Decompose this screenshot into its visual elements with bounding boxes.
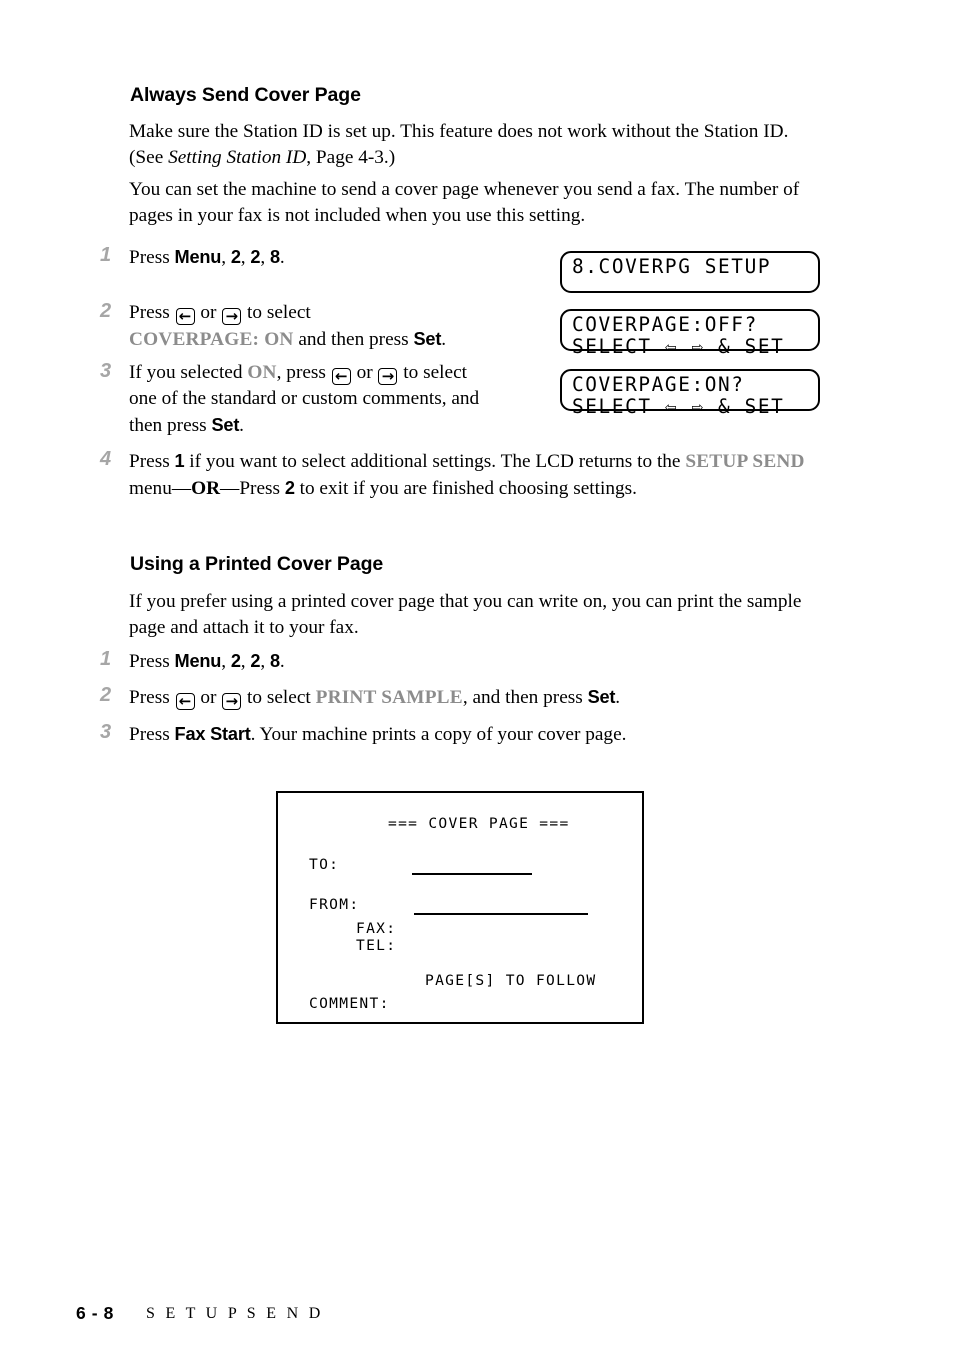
arrow-right-icon: → — [222, 693, 242, 710]
step-1b-sep4: . — [279, 651, 285, 672]
step-3b-part2: . Your machine prints a copy of your cov… — [250, 724, 627, 745]
paragraph-station-id: Make sure the Station ID is set up. This… — [129, 119, 809, 171]
step-number-1b: 1 — [100, 648, 112, 670]
step-3a-part2: , press — [276, 362, 331, 383]
document-page: Always Send Cover Page Make sure the Sta… — [0, 0, 954, 1352]
lcd-ref-setup-send: SETUP SEND — [685, 451, 805, 472]
step-2b-or: or — [195, 687, 222, 708]
paragraph-printed-cover-page: If you prefer using a printed cover page… — [129, 591, 802, 638]
footer-chapter-title: S E T U P S E N D — [146, 1305, 324, 1322]
cover-sample-pages-label: PAGE[S] TO FOLLOW — [425, 972, 597, 989]
cover-sample-to-rule — [412, 873, 532, 875]
key-set-3a: Set — [211, 415, 240, 435]
paragraph-station-id-text2: , Page 4-3.) — [306, 147, 396, 168]
step-1a-sep2: , — [240, 247, 251, 268]
arrow-right-icon: → — [378, 368, 398, 385]
lcd-line-2: SELECT ⇦ ⇨ & SET — [572, 394, 785, 418]
step-1a-text-press: Press — [129, 247, 175, 268]
lcd-line-1: 8.COVERPG SETUP — [572, 255, 772, 278]
step-2b-body: Press ← or → to select PRINT SAMPLE, and… — [129, 684, 829, 711]
cover-sample-comment-label: COMMENT: — [309, 995, 390, 1012]
step-number-1a: 1 — [100, 244, 112, 266]
step-4a-part2: if you want to select additional setting… — [184, 451, 686, 472]
arrow-left-icon: ← — [175, 693, 195, 710]
key-menu: Menu — [174, 247, 222, 267]
step-2a-body: Press ← or → to select COVERPAGE: ON and … — [129, 300, 529, 353]
paragraph-station-id-italic: Setting Station ID — [168, 147, 307, 168]
key-digit-8: 8 — [269, 651, 280, 671]
step-number-3b: 3 — [100, 721, 112, 743]
key-set-2b: Set — [587, 687, 616, 707]
heading-using-printed-cover-page: Using a Printed Cover Page — [130, 553, 384, 575]
arrow-right-icon: → — [222, 308, 242, 325]
step-1a-sep4: . — [279, 247, 285, 268]
cover-sample-from-label: FROM: — [309, 896, 360, 913]
step-4a-body: Press 1 if you want to select additional… — [129, 448, 821, 502]
step-1b-sep2: , — [240, 651, 251, 672]
step-2b-end: . — [615, 687, 621, 708]
lcd-panel-coverpage-off: COVERPAGE:OFF? SELECT ⇦ ⇨ & SET — [560, 309, 820, 357]
step-2a-or: or — [195, 302, 222, 323]
key-digit-2a: 2 — [230, 247, 241, 267]
step-1a-sep3: , — [260, 247, 270, 268]
footer-page-number: 6 - 8 — [76, 1303, 115, 1323]
step-number-2b: 2 — [100, 684, 112, 706]
arrow-left-icon: ← — [331, 368, 351, 385]
cover-sample-from-rule — [414, 913, 588, 915]
step-number-2a: 2 — [100, 300, 112, 322]
step-2a-end: . — [441, 329, 447, 350]
step-3b-part1: Press — [129, 724, 175, 745]
arrow-left-icon: ← — [175, 308, 195, 325]
step-1a-body: Press Menu, 2, 2, 8. — [129, 244, 529, 271]
key-menu: Menu — [174, 651, 222, 671]
step-4a-part1: Press — [129, 451, 175, 472]
step-3b-body: Press Fax Start. Your machine prints a c… — [129, 721, 829, 748]
key-set-2a: Set — [413, 329, 442, 349]
lcd-ref-coverpage-on: COVERPAGE: ON — [129, 329, 294, 350]
lcd-line-1: COVERPAGE:OFF? — [572, 313, 758, 336]
step-3a-or: or — [351, 362, 378, 383]
step-4a-part5: to exit if you are finished choosing set… — [294, 478, 637, 499]
key-digit-1: 1 — [174, 451, 185, 471]
step-2a-text-press: Press — [129, 302, 175, 323]
step-3a-part4: . — [239, 415, 244, 436]
heading-always-send-cover-page: Always Send Cover Page — [130, 84, 361, 106]
key-digit-2-exit: 2 — [284, 478, 295, 498]
cover-sample-fax-label: FAX: — [356, 920, 397, 937]
paragraph-send-cover-page: You can set the machine to send a cover … — [129, 179, 800, 226]
step-2a-to-select: to select — [242, 302, 311, 323]
step-number-4a: 4 — [100, 448, 112, 470]
step-1b-body: Press Menu, 2, 2, 8. — [129, 648, 729, 675]
cover-page-sample-box: === COVER PAGE === TO: FROM: FAX: TEL: P… — [276, 791, 644, 1024]
step-2b-tail: , and then press — [462, 687, 588, 708]
step-3a-part1: If you selected — [129, 362, 248, 383]
step-2b-text-press: Press — [129, 687, 175, 708]
step-1b-text-press: Press — [129, 651, 175, 672]
cover-sample-to-label: TO: — [309, 856, 340, 873]
key-digit-2b: 2 — [250, 247, 261, 267]
step-2a-tail: and then press — [293, 329, 414, 350]
cover-sample-title: === COVER PAGE === — [388, 815, 570, 832]
key-fax-start: Fax Start — [174, 724, 251, 744]
step-1a-sep1: , — [221, 247, 231, 268]
step-3a-body: If you selected ON, press ← or → to sele… — [129, 360, 481, 439]
lcd-line-2 — [572, 278, 809, 300]
lcd-ref-on: ON — [247, 362, 277, 383]
key-digit-2a: 2 — [230, 651, 241, 671]
lcd-panel-coverpage-on: COVERPAGE:ON? SELECT ⇦ ⇨ & SET — [560, 369, 820, 417]
step-1b-sep1: , — [221, 651, 231, 672]
step-2b-to-select: to select — [242, 687, 316, 708]
lcd-panel-coverpg-setup: 8.COVERPG SETUP — [560, 251, 820, 293]
step-4a-part3: menu— — [129, 478, 192, 499]
step-number-3a: 3 — [100, 360, 112, 382]
step-1b-sep3: , — [260, 651, 270, 672]
lcd-line-2: SELECT ⇦ ⇨ & SET — [572, 334, 785, 358]
step-4a-part4: —Press — [220, 478, 285, 499]
key-digit-8: 8 — [269, 247, 280, 267]
cover-sample-tel-label: TEL: — [356, 937, 397, 954]
or-emphasis: OR — [191, 478, 221, 499]
lcd-line-1: COVERPAGE:ON? — [572, 373, 745, 396]
lcd-ref-print-sample: PRINT SAMPLE — [315, 687, 463, 708]
key-digit-2b: 2 — [250, 651, 261, 671]
